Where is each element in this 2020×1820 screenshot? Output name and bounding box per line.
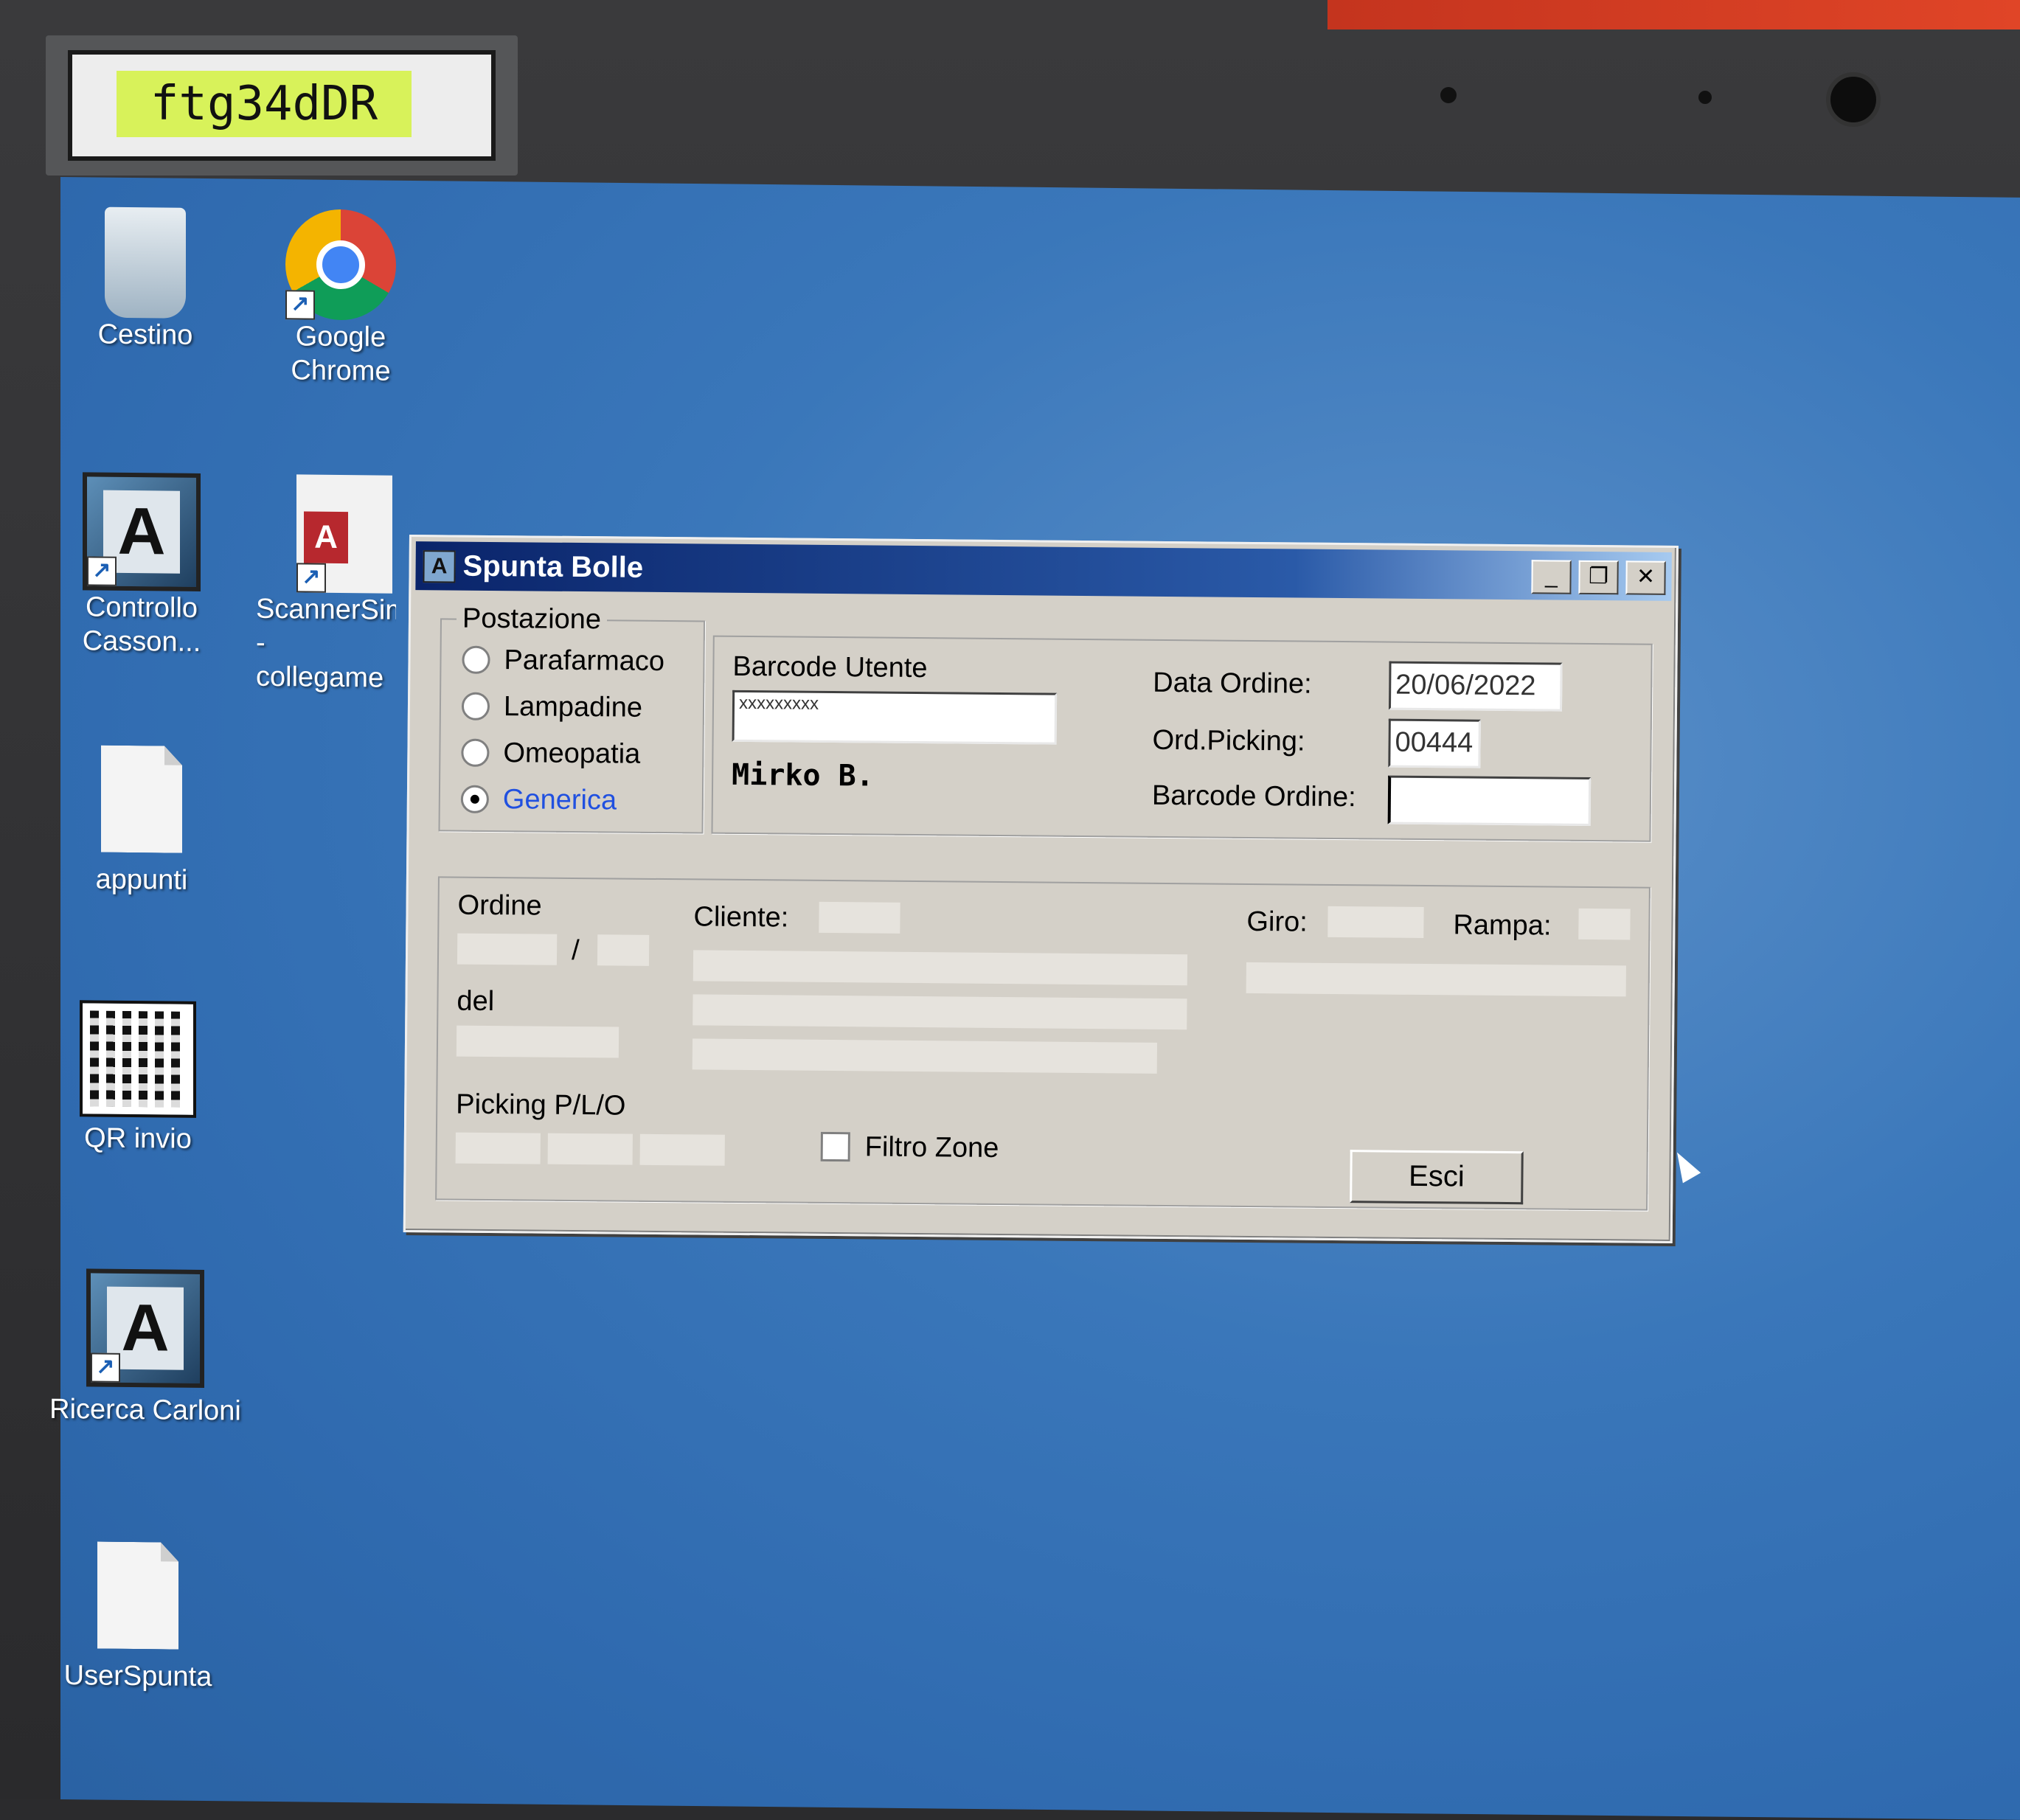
radio-parafarmaco[interactable] [462, 645, 490, 674]
qr-code-pattern [90, 1010, 186, 1108]
esci-button[interactable]: Esci [1350, 1150, 1524, 1205]
sensor-dot [1698, 91, 1712, 104]
data-ordine-label: Data Ordine: [1153, 667, 1312, 700]
ord-picking-field[interactable]: 00444 [1388, 718, 1481, 768]
text-document-icon [97, 1542, 178, 1650]
access-document-icon: A ↗ [296, 474, 392, 594]
radio-lampadine[interactable] [461, 692, 490, 720]
desktop-icon-label: Cestino [97, 319, 193, 351]
asset-sticker: ftg34dDR [46, 35, 518, 176]
radio-omeopatia[interactable] [461, 738, 490, 767]
qr-code-icon [80, 1000, 196, 1118]
app-icon: A [423, 550, 456, 583]
spunta-bolle-window: A Spunta Bolle _ ❐ ✕ Postazione Parafarm… [403, 535, 1679, 1243]
picking-p-field [455, 1132, 541, 1164]
shortcut-arrow-icon: ↗ [91, 1352, 120, 1383]
ordine-label: Ordine [457, 889, 542, 922]
desktop-icon-label: ScannerSim - collegame [256, 593, 396, 694]
desktop-icon-label: UserSpunta [63, 1660, 212, 1693]
ord-picking-label: Ord.Picking: [1152, 724, 1305, 757]
text-document-icon [101, 746, 182, 853]
shortcut-arrow-icon: ↗ [285, 290, 315, 320]
desktop-icon-ricerca-carloni[interactable]: A ↗ Ricerca Carloni [49, 1268, 241, 1428]
radio-generica[interactable] [460, 785, 490, 813]
sticker-label-frame: ftg34dDR [68, 50, 496, 161]
ordine-suffix-field[interactable] [597, 934, 650, 966]
cliente-line-1 [693, 950, 1188, 986]
barcode-ordine-input[interactable] [1387, 775, 1592, 826]
radio-label-omeopatia[interactable]: Omeopatia [503, 737, 640, 771]
del-date-field[interactable] [456, 1025, 619, 1058]
rampa-field [1578, 908, 1631, 940]
filtro-zone-label[interactable]: Filtro Zone [865, 1130, 999, 1164]
postazione-group: Postazione Parafarmaco Lampadine Omeopat… [438, 602, 705, 834]
desktop-icon-label: Ricerca Carloni [49, 1393, 241, 1427]
chrome-center-icon [316, 240, 365, 290]
chrome-icon: ↗ [285, 209, 396, 321]
cliente-code-field[interactable] [819, 901, 900, 934]
shortcut-arrow-icon: ↗ [296, 563, 326, 593]
giro-description-field [1246, 962, 1626, 997]
access-app-icon: A ↗ [83, 472, 201, 591]
access-logo-icon: A [304, 511, 348, 564]
picking-label: Picking P/L/O [456, 1088, 626, 1122]
picking-o-field [639, 1133, 725, 1166]
access-app-icon: A ↗ [86, 1268, 204, 1389]
sensor-dot [1440, 87, 1457, 103]
recycle-bin-icon [105, 206, 186, 319]
cliente-line-3 [692, 1038, 1158, 1074]
filtro-zone-checkbox[interactable] [820, 1131, 850, 1162]
desktop-icon-userspunta[interactable]: UserSpunta [57, 1541, 219, 1694]
background-reflection [1327, 0, 2020, 29]
user-order-group: Barcode Utente xxxxxxxxx Mirko B. Data O… [711, 635, 1653, 842]
radio-label-generica[interactable]: Generica [503, 783, 617, 816]
cliente-line-2 [693, 994, 1187, 1030]
ordine-number-field[interactable] [457, 933, 558, 965]
desktop-icon-cestino[interactable]: Cestino [64, 206, 226, 352]
del-label: del [457, 985, 495, 1018]
giro-label: Giro: [1246, 906, 1308, 938]
postazione-legend: Postazione [456, 602, 608, 636]
desktop-icon-appunti[interactable]: appunti [60, 745, 223, 897]
user-name-display: Mirko B. [731, 757, 875, 793]
shortcut-arrow-icon: ↗ [87, 556, 117, 586]
picking-l-field [547, 1133, 633, 1165]
radio-label-lampadine[interactable]: Lampadine [504, 690, 642, 724]
desktop-icon-label: QR invio [84, 1122, 192, 1155]
giro-field [1327, 906, 1424, 939]
ordine-separator: / [571, 934, 580, 967]
rampa-label: Rampa: [1453, 909, 1552, 942]
desktop-icon-label: Google Chrome [291, 321, 391, 387]
desktop-icon-label: appunti [95, 864, 188, 896]
desktop-icon-qr-invio[interactable]: QR invio [57, 1000, 219, 1156]
close-button[interactable]: ✕ [1625, 560, 1666, 595]
data-ordine-field[interactable]: 20/06/2022 [1388, 661, 1563, 712]
barcode-utente-input[interactable]: xxxxxxxxx [732, 690, 1058, 745]
window-titlebar[interactable]: A Spunta Bolle _ ❐ ✕ [415, 541, 1672, 601]
desktop-icon-google-chrome[interactable]: ↗ Google Chrome [260, 209, 422, 389]
minimize-button[interactable]: _ [1531, 560, 1572, 594]
window-title: Spunta Bolle [462, 549, 644, 584]
webcam-icon [1826, 72, 1881, 127]
sticker-label-text: ftg34dDR [117, 71, 412, 137]
desktop-icon-label: Controllo Casson... [82, 591, 201, 658]
desktop-icon-controllo-casson[interactable]: A ↗ Controllo Casson... [60, 472, 223, 659]
cliente-label: Cliente: [693, 901, 789, 934]
radio-label-parafarmaco[interactable]: Parafarmaco [504, 644, 664, 678]
barcode-ordine-label: Barcode Ordine: [1151, 779, 1356, 813]
restore-button[interactable]: ❐ [1578, 560, 1619, 595]
barcode-utente-label: Barcode Utente [732, 650, 928, 684]
